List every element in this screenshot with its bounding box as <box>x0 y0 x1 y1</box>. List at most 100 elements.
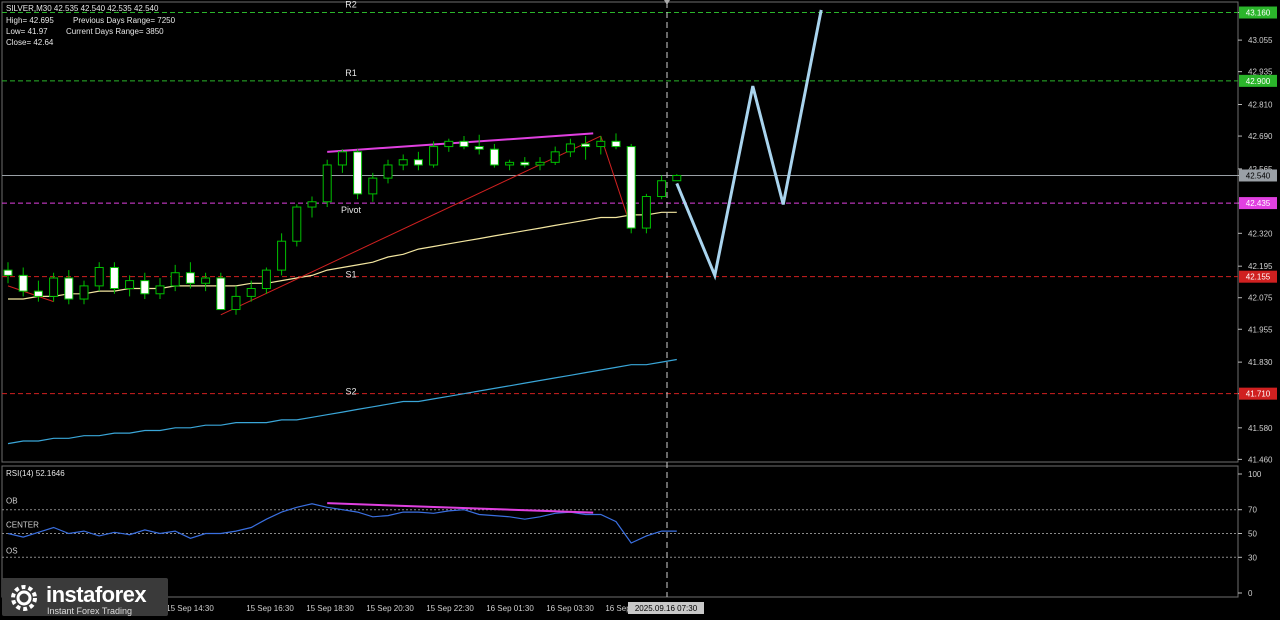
candle <box>216 272 226 311</box>
price-chart[interactable]: 43.16043.05542.93542.81042.69042.56542.5… <box>0 0 1280 620</box>
candle <box>520 157 530 168</box>
bull-candle-body <box>322 164 332 203</box>
x-tick-label: 15 Sep 20:30 <box>366 604 414 613</box>
candle <box>201 272 211 292</box>
bull-candle-body <box>155 285 165 295</box>
bull-candle-body <box>505 161 515 166</box>
bear-candle-body <box>64 277 74 300</box>
bull-candle-body <box>201 277 211 284</box>
rsi-tick-label: 70 <box>1248 506 1257 515</box>
current-days-range: Current Days Range= 3850 <box>66 27 164 36</box>
y-tick-label: 42.320 <box>1248 229 1273 238</box>
bull-candle-body <box>337 151 347 166</box>
x-tick-label: 15 Sep 22:30 <box>426 604 474 613</box>
forecast-zigzag <box>675 9 823 281</box>
logo-name: instaforex <box>46 582 147 607</box>
candle <box>3 262 13 284</box>
divergence-line-rsi <box>327 502 594 514</box>
bull-candle-body <box>261 269 271 290</box>
candle <box>79 280 89 305</box>
rsi-tick-label: 50 <box>1248 530 1257 539</box>
candle <box>292 204 302 247</box>
candle <box>535 157 545 171</box>
bear-candle-body <box>185 272 195 284</box>
rsi-zone-label: CENTER <box>6 521 39 530</box>
candle <box>550 146 560 165</box>
candle <box>565 138 575 158</box>
candle <box>337 149 347 173</box>
candle <box>474 134 484 155</box>
ma-slow-line <box>7 358 677 445</box>
candle <box>109 262 119 294</box>
bull-candle-body <box>535 161 545 166</box>
bear-candle-body <box>459 140 469 148</box>
level-label-s2: S2 <box>345 387 356 397</box>
x-tick-label: 15 Sep 16:30 <box>246 604 294 613</box>
bear-candle-body <box>353 151 363 195</box>
x-tick-label: 15 Sep 14:30 <box>166 604 214 613</box>
candle <box>307 196 317 218</box>
candle <box>368 172 378 202</box>
price-tag-text: 43.160 <box>1246 9 1271 18</box>
close-value: Close= 42.64 <box>6 38 54 47</box>
price-tag-text: 42.900 <box>1246 77 1271 86</box>
y-tick-label: 42.075 <box>1248 294 1273 303</box>
bull-candle-body <box>292 206 302 242</box>
high-value: High= 42.695 <box>6 16 54 25</box>
instaforex-logo: instaforex Instant Forex Trading <box>2 578 168 616</box>
bear-candle-body <box>33 290 43 297</box>
candle <box>626 143 636 234</box>
candle <box>155 278 165 300</box>
symbol-ohlc-line: SILVER,M30 42.535 42.540 42.535 42.540 <box>6 4 159 13</box>
y-tick-label: 41.955 <box>1248 325 1273 334</box>
cursor-time-text: 2025.09.16 07:30 <box>635 604 698 613</box>
low-value: Low= 41.97 <box>6 27 48 36</box>
candle <box>64 270 74 305</box>
bear-candle-body <box>626 146 636 229</box>
candle <box>444 138 454 152</box>
candle <box>641 193 651 234</box>
y-tick-label: 43.055 <box>1248 36 1273 45</box>
rsi-tick-label: 100 <box>1248 470 1262 479</box>
bear-candle-body <box>413 159 423 166</box>
candle <box>505 159 515 171</box>
x-tick-label: 16 Sep 03:30 <box>546 604 594 613</box>
bull-candle-body <box>170 272 180 287</box>
bull-candle-body <box>398 159 408 166</box>
bull-candle-body <box>657 180 667 198</box>
level-label-r1: R1 <box>345 68 357 78</box>
bull-candle-body <box>641 196 651 229</box>
candle <box>398 154 408 171</box>
candle <box>231 285 241 315</box>
bull-candle-body <box>565 143 575 153</box>
red-trendline-2 <box>600 135 632 229</box>
ma-fast-line <box>8 211 677 300</box>
candle <box>672 174 682 182</box>
y-tick-label: 41.580 <box>1248 424 1273 433</box>
bear-candle-body <box>18 274 28 292</box>
y-tick-label: 42.195 <box>1248 262 1273 271</box>
rsi-pane-frame <box>1 465 1239 598</box>
bull-candle-body <box>277 240 287 271</box>
logo-tagline: Instant Forex Trading <box>47 606 133 616</box>
bear-candle-body <box>474 146 484 150</box>
bull-candle-body <box>307 201 317 208</box>
candle <box>33 280 43 302</box>
candle <box>322 159 332 208</box>
bull-candle-body <box>672 174 682 182</box>
y-tick-label: 41.830 <box>1248 358 1273 367</box>
bull-candle-body <box>429 146 439 166</box>
bull-candle-body <box>49 277 59 297</box>
candle <box>489 143 499 168</box>
bear-candle-body <box>216 277 226 311</box>
candle <box>277 233 287 276</box>
candle <box>596 136 606 155</box>
rsi-tick-label: 30 <box>1248 553 1257 562</box>
bull-candle-body <box>246 288 256 297</box>
x-tick-label: 16 Sep 01:30 <box>486 604 534 613</box>
level-label-r2: R2 <box>345 0 357 10</box>
price-tag-text: 42.435 <box>1246 199 1271 208</box>
rsi-zone-label: OB <box>6 497 18 506</box>
x-tick-label: 16 Sep <box>605 604 631 613</box>
bear-candle-body <box>109 266 119 290</box>
